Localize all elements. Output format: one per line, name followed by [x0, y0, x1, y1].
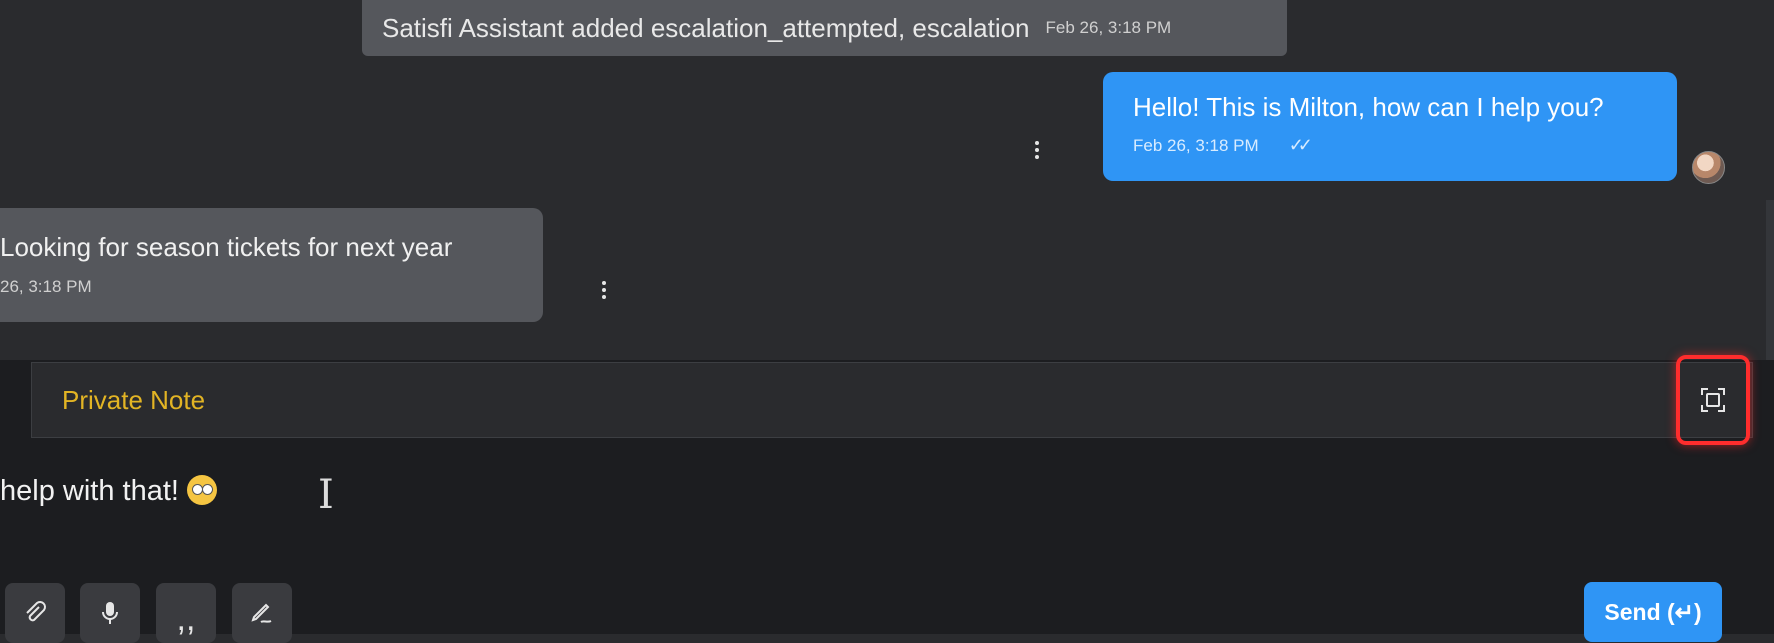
system-event: Satisfi Assistant added escalation_attem… [362, 0, 1287, 56]
signature-button[interactable] [232, 583, 292, 643]
read-receipt-icon: ✓✓ [1288, 135, 1313, 155]
incoming-message-text: Looking for season tickets for next year [0, 232, 453, 262]
attach-button[interactable] [5, 583, 65, 643]
system-event-time: Feb 26, 3:18 PM [1045, 18, 1172, 37]
signature-icon [251, 603, 272, 623]
emoji-icon [186, 475, 217, 505]
quote-button[interactable]: ,, [156, 583, 216, 643]
text-cursor-icon: I [318, 472, 334, 518]
send-button[interactable]: Send (↵) [1584, 582, 1722, 642]
message-input-text: help with that! [0, 475, 179, 507]
outgoing-message-time: Feb 26, 3:18 PM [1133, 135, 1259, 155]
system-event-text: Satisfi Assistant added escalation_attem… [382, 12, 1030, 43]
incoming-message: Looking for season tickets for next year… [0, 208, 543, 322]
avatar [1692, 151, 1725, 184]
outgoing-message-text: Hello! This is Milton, how can I help yo… [1133, 92, 1604, 122]
expand-icon [1701, 388, 1725, 412]
voice-button[interactable] [80, 583, 140, 643]
message-input[interactable]: help with that! [0, 475, 217, 508]
expand-editor-button[interactable] [1676, 355, 1750, 445]
incoming-message-menu-icon[interactable] [600, 281, 608, 299]
microphone-icon [102, 602, 118, 624]
quote-icon: ,, [176, 600, 196, 638]
paperclip-icon [26, 601, 46, 622]
private-note-bar [31, 362, 1753, 438]
outgoing-message-menu-icon[interactable] [1033, 141, 1041, 159]
incoming-message-time: 26, 3:18 PM [0, 277, 92, 296]
private-note-label: Private Note [62, 385, 206, 415]
outgoing-message: Hello! This is Milton, how can I help yo… [1103, 72, 1677, 181]
